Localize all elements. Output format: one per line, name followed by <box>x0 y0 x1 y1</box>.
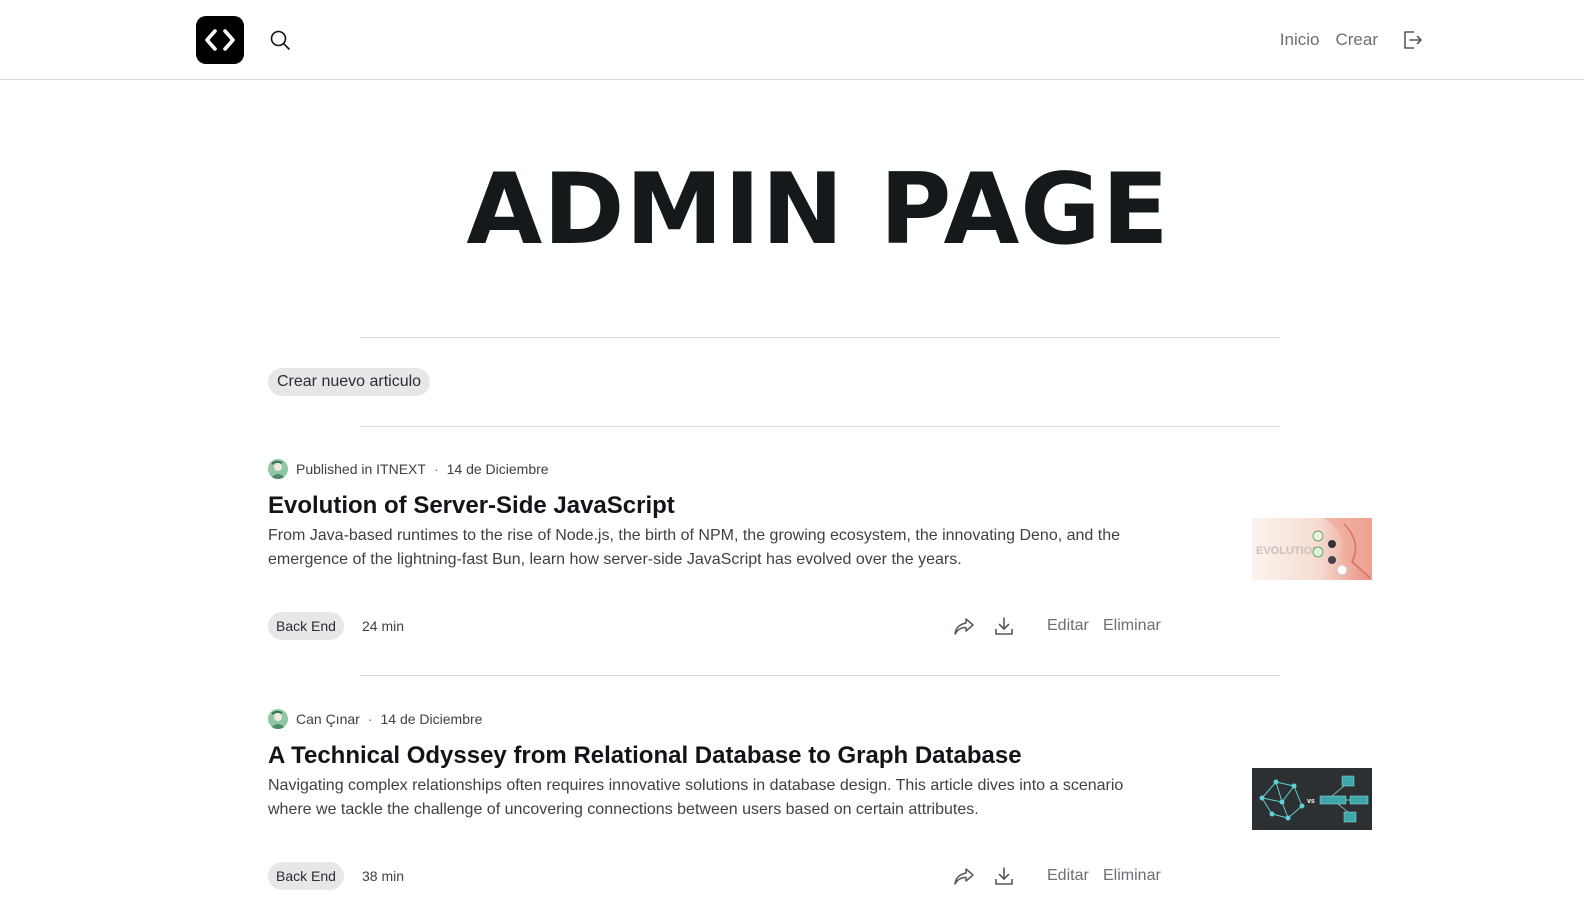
article-meta: Can Çınar · 14 de Diciembre <box>268 708 482 730</box>
read-time: 24 min <box>362 618 405 634</box>
article-tag[interactable]: Back End <box>268 612 344 640</box>
author-avatar[interactable] <box>268 709 288 729</box>
article-thumbnail[interactable]: EVOLUTION <box>1252 518 1372 580</box>
article-byline[interactable]: Can Çınar <box>296 711 360 727</box>
article-meta: Published in ITNEXT · 14 de Diciembre <box>268 458 549 480</box>
article-date: 14 de Diciembre <box>380 711 483 727</box>
share-icon <box>954 868 974 885</box>
logout-button[interactable] <box>1400 28 1424 52</box>
meta-separator: · <box>367 711 373 727</box>
logo-button[interactable] <box>196 16 244 64</box>
article-title[interactable]: Evolution of Server-Side JavaScript <box>268 490 675 522</box>
nav-links: Inicio Crear <box>1264 26 1424 54</box>
page-title: ADMIN PAGE <box>466 153 1170 267</box>
thumbnail-image: EVOLUTION <box>1252 518 1372 580</box>
divider <box>360 337 1280 338</box>
edit-button[interactable]: Editar <box>1047 612 1089 640</box>
article-card: Can Çınar · 14 de Diciembre A Technical … <box>268 708 1372 915</box>
article-description[interactable]: From Java-based runtimes to the rise of … <box>268 524 1168 572</box>
nav-create-link[interactable]: Crear <box>1335 26 1378 54</box>
logout-icon <box>1404 31 1422 49</box>
share-button[interactable] <box>952 614 976 638</box>
edit-button[interactable]: Editar <box>1047 862 1089 890</box>
article-description[interactable]: Navigating complex relationships often r… <box>268 774 1168 822</box>
download-button[interactable] <box>992 864 1016 888</box>
download-button[interactable] <box>992 614 1016 638</box>
delete-button[interactable]: Eliminar <box>1103 612 1161 640</box>
avatar-image <box>268 709 288 729</box>
thumbnail-text: vs <box>1307 798 1315 805</box>
thumbnail-image: vs <box>1252 768 1372 830</box>
article-tag[interactable]: Back End <box>268 862 344 890</box>
nav-home-link[interactable]: Inicio <box>1280 26 1320 54</box>
article-footer: Back End 24 min Editar Eliminar <box>268 612 1168 640</box>
article-thumbnail[interactable]: vs <box>1252 768 1372 830</box>
author-avatar[interactable] <box>268 459 288 479</box>
share-button[interactable] <box>952 864 976 888</box>
search-button[interactable] <box>268 28 292 52</box>
code-brackets-icon <box>205 29 235 51</box>
read-time: 38 min <box>362 868 405 884</box>
divider <box>360 426 1280 427</box>
thumbnail-text: EVOLUTION <box>1256 545 1320 557</box>
article-title[interactable]: A Technical Odyssey from Relational Data… <box>268 740 1022 772</box>
download-icon <box>995 867 1013 885</box>
meta-separator: · <box>433 461 439 477</box>
article-footer: Back End 38 min Editar Eliminar <box>268 862 1168 890</box>
avatar-image <box>268 459 288 479</box>
article-byline[interactable]: Published in ITNEXT <box>296 461 426 477</box>
delete-button[interactable]: Eliminar <box>1103 862 1161 890</box>
create-article-button[interactable]: Crear nuevo articulo <box>268 368 431 396</box>
article-date: 14 de Diciembre <box>446 461 549 477</box>
search-icon <box>270 30 290 50</box>
divider <box>360 675 1280 676</box>
top-navbar: Inicio Crear <box>0 0 1584 80</box>
download-icon <box>995 617 1013 635</box>
article-card: Published in ITNEXT · 14 de Diciembre Ev… <box>268 458 1372 694</box>
share-icon <box>954 618 974 635</box>
